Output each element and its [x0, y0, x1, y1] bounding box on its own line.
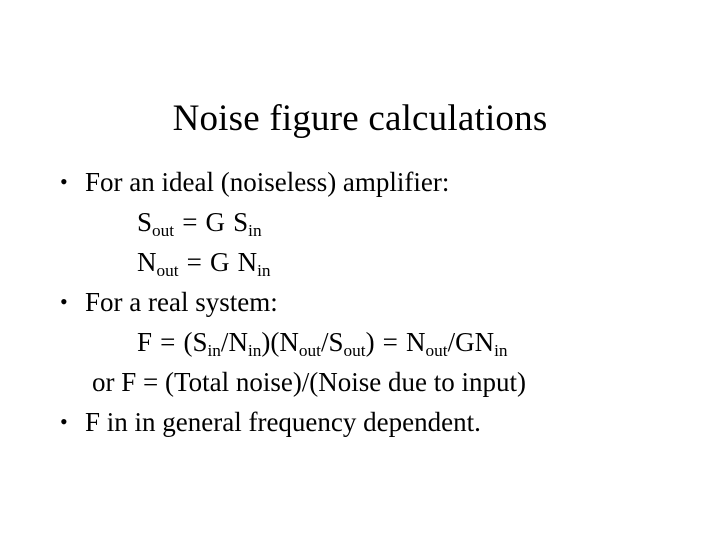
equation-line-signal: Sout = G Sin [0, 202, 720, 242]
equation-close-paren-2: ) [365, 327, 375, 357]
equation-rhs-subscript: in [248, 221, 262, 241]
bullet-item: • For an ideal (noiseless) amplifier: [0, 162, 720, 202]
equation-nin-base: N [228, 327, 248, 357]
bullet-text: For a real system: [85, 287, 278, 317]
bullet-item: • F in in general frequency dependent. [0, 402, 720, 442]
equation-sin-base: S [192, 327, 208, 357]
equation-lhs-subscript: out [152, 221, 175, 241]
slide-body: • For an ideal (noiseless) amplifier: So… [0, 162, 720, 442]
equation-operator-second: = [382, 327, 398, 357]
equation-gain: G [205, 207, 226, 237]
equation-operator: = [186, 247, 202, 277]
bullet-item: • For a real system: [0, 282, 720, 322]
equation-line-verbal: or F = (Total noise)/(Noise due to input… [0, 362, 720, 402]
equation-slash-3: / [447, 327, 456, 357]
equation-rhs-subscript: in [257, 261, 271, 281]
equation-f: F [137, 327, 153, 357]
bullet-glyph-icon: • [60, 169, 68, 194]
equation-lhs-base: S [137, 207, 153, 237]
presentation-slide: Noise figure calculations • For an ideal… [0, 0, 720, 540]
bullet-text: For an ideal (noiseless) amplifier: [85, 167, 450, 197]
equation-lhs-base: N [137, 247, 157, 277]
equation-nout-subscript: out [298, 341, 321, 361]
equation-rhs-base: S [233, 207, 249, 237]
bullet-text: F in in general frequency dependent. [85, 407, 481, 437]
slide-title: Noise figure calculations [172, 97, 548, 139]
equation-gain: G [210, 247, 230, 277]
equation-verbal-text: or F = (Total noise)/(Noise due to input… [92, 367, 527, 397]
equation-lhs-subscript: out [156, 261, 179, 281]
equation-operator-first: = [160, 327, 176, 357]
equation-result-gn-subscript: in [494, 341, 508, 361]
equation-result-gn: GN [455, 327, 495, 357]
equation-rhs-base: N [237, 247, 258, 277]
equation-result-n-base: N [406, 327, 426, 357]
equation-line-noise: Nout = G Nin [0, 242, 720, 282]
bullet-glyph-icon: • [60, 409, 68, 434]
equation-nout-base: N [279, 327, 299, 357]
equation-operator: = [182, 207, 198, 237]
equation-result-n-subscript: out [425, 341, 448, 361]
equation-sin-subscript: in [207, 341, 221, 361]
equation-nin-subscript: in [247, 341, 262, 361]
equation-sout-subscript: out [343, 341, 366, 361]
bullet-glyph-icon: • [60, 289, 68, 314]
equation-sout-base: S [328, 327, 344, 357]
equation-line-noise-factor: F = (Sin/Nin)(Nout/Sout) = Nout/GNin [0, 322, 720, 362]
